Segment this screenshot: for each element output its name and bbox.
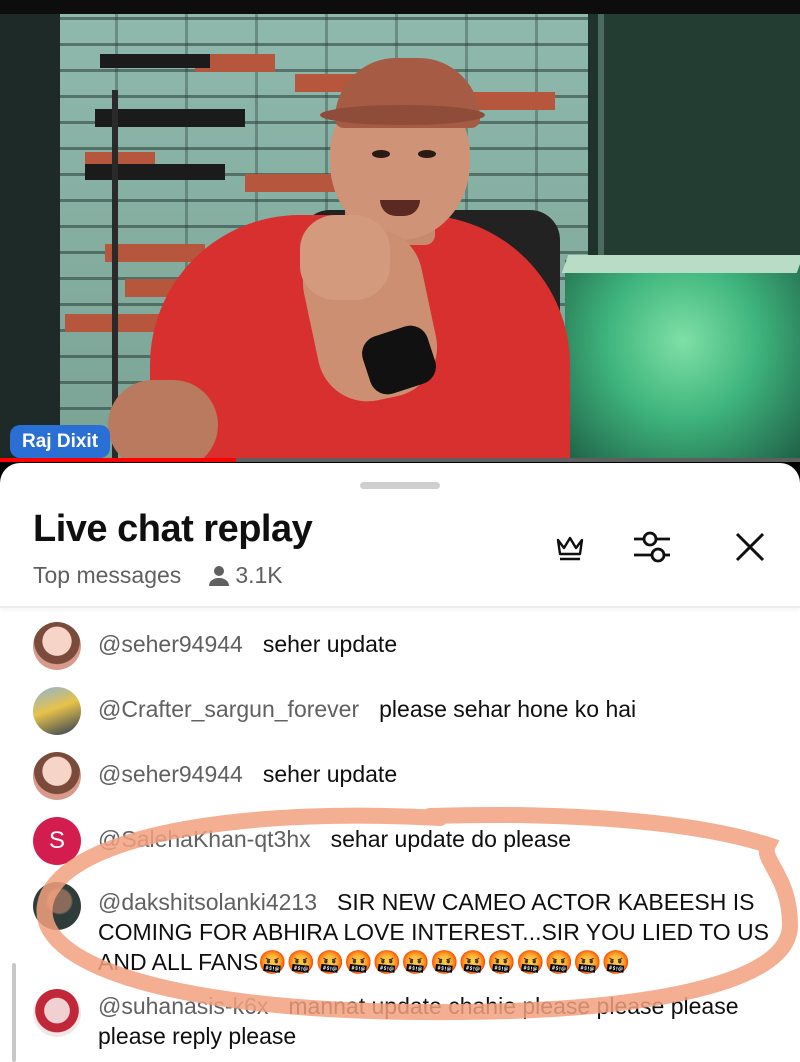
close-button[interactable] [728, 525, 772, 569]
close-icon [735, 532, 765, 562]
live-chat-panel: Live chat replay Top messages 3.1K @sehe… [0, 463, 800, 1062]
message-author[interactable]: @SalehaKhan-qt3hx [98, 826, 311, 852]
avatar[interactable] [33, 882, 81, 930]
chat-scrollbar[interactable] [12, 963, 16, 1062]
chat-message-list[interactable]: @seher94944 seher update @Crafter_sargun_… [0, 613, 800, 1062]
crown-button[interactable] [548, 525, 592, 569]
viewer-count: 3.1K [207, 562, 283, 589]
message-author[interactable]: @Crafter_sargun_forever [98, 696, 359, 722]
drag-handle[interactable] [360, 482, 440, 489]
chat-subheader: Top messages 3.1K [33, 562, 283, 589]
message-text: sehar update do please [330, 826, 572, 852]
panel-title: Live chat replay [33, 508, 313, 550]
message-author[interactable]: @seher94944 [98, 631, 243, 657]
avatar[interactable] [33, 622, 81, 670]
avatar[interactable] [33, 989, 81, 1037]
message-author[interactable]: @suhanasis-k6x [98, 993, 268, 1019]
header-divider [0, 606, 800, 608]
avatar[interactable] [33, 752, 81, 800]
sliders-icon [634, 531, 670, 563]
streamer [0, 0, 800, 462]
avatar[interactable]: S [33, 817, 81, 865]
message-text: please sehar hone ko hai [379, 696, 637, 722]
channel-name-chip[interactable]: Raj Dixit [10, 425, 111, 458]
person-icon [209, 565, 230, 586]
video-progress-fill [0, 458, 236, 462]
viewer-count-value: 3.1K [235, 562, 283, 588]
top-messages-filter[interactable]: Top messages [33, 562, 181, 589]
chat-settings-button[interactable] [630, 525, 674, 569]
message-text: seher update [262, 631, 398, 657]
message-author[interactable]: @seher94944 [98, 761, 243, 787]
message-text: seher update [262, 761, 398, 787]
avatar[interactable] [33, 687, 81, 735]
video-progress-bar[interactable] [0, 458, 800, 462]
message-author[interactable]: @dakshitsolanki4213 [98, 889, 317, 915]
video-player[interactable]: Raj Dixit [0, 0, 800, 462]
crown-icon [556, 536, 584, 561]
